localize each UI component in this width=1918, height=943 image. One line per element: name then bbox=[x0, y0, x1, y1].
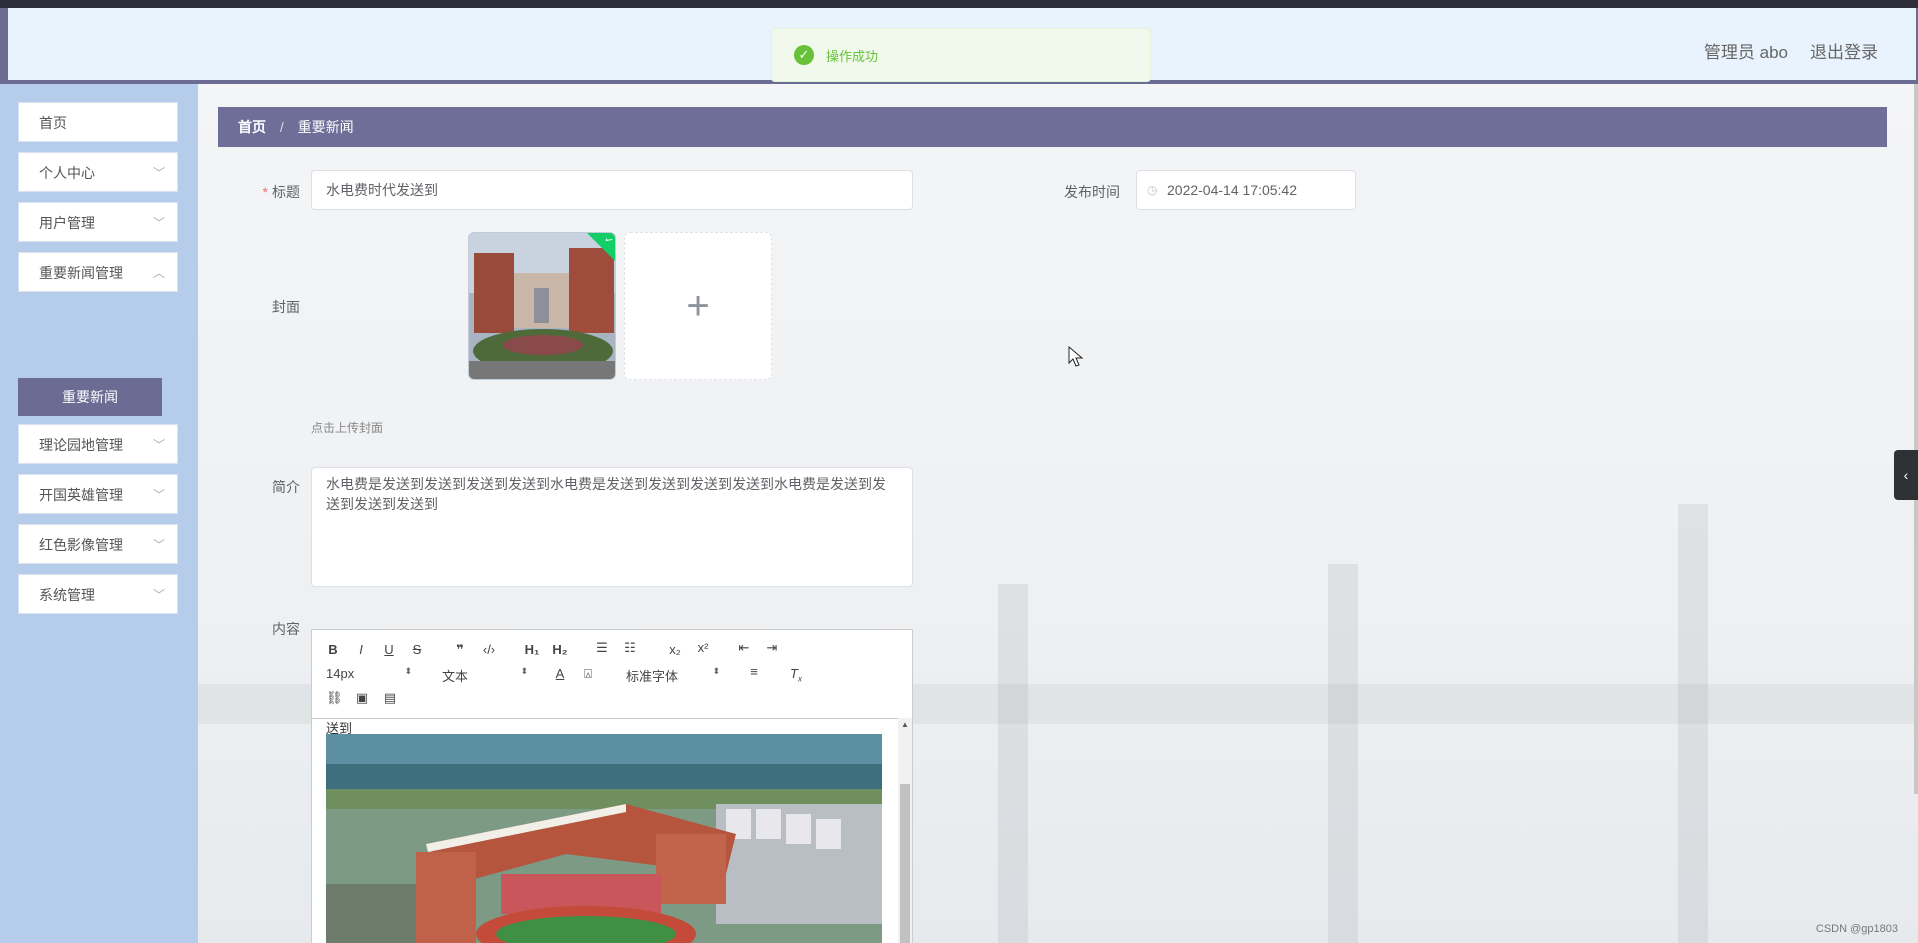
collapse-panel-button[interactable]: ‹ bbox=[1894, 450, 1918, 500]
ordered-list-icon[interactable]: ☰ bbox=[594, 640, 610, 656]
editor-content-area[interactable]: 送到 bbox=[312, 718, 912, 943]
summary-textarea[interactable]: 水电费是发送到发送到发送到发送到水电费是发送到发送到发送到发送到水电费是发送到发… bbox=[311, 467, 913, 587]
background-color-icon[interactable]: ⍓ bbox=[580, 666, 596, 682]
publish-time-label: 发布时间 bbox=[1064, 184, 1120, 200]
sidebar: 首页 个人中心 ﹀ 用户管理 ﹀ 重要新闻管理 ︿ 重要新闻 理论园地管理 ﹀ … bbox=[0, 84, 198, 943]
main-content: 首页 / 重要新闻 * 标题 水电费时代发送到 发布时间 ◷ 2022-04-14… bbox=[198, 84, 1918, 943]
chevron-left-icon: ‹ bbox=[1903, 467, 1909, 483]
sidebar-item-home[interactable]: 首页 bbox=[18, 102, 178, 142]
title-label: * 标题 bbox=[262, 184, 300, 200]
publish-time-picker[interactable]: ◷ 2022-04-14 17:05:42 bbox=[1136, 170, 1356, 210]
align-icon[interactable]: ≡ bbox=[746, 664, 762, 679]
sidebar-item-label: 红色影像管理 bbox=[39, 537, 123, 553]
page-scrollbar[interactable] bbox=[1914, 84, 1918, 794]
italic-button[interactable]: I bbox=[354, 642, 368, 657]
font-size-select[interactable]: 14px ⬍ bbox=[326, 666, 412, 681]
image-icon[interactable]: ▣ bbox=[354, 690, 370, 706]
sidebar-item-video-management[interactable]: 红色影像管理 ﹀ bbox=[18, 524, 178, 564]
cover-upload-button[interactable]: + bbox=[624, 232, 772, 380]
subscript-button[interactable]: x₂ bbox=[666, 642, 684, 657]
clock-icon: ◷ bbox=[1147, 183, 1158, 197]
sidebar-item-label: 重要新闻管理 bbox=[39, 265, 123, 281]
select-arrow-icon: ⬍ bbox=[712, 666, 720, 676]
cover-image-thumbnail[interactable]: ✓ bbox=[468, 232, 616, 380]
background-decoration bbox=[1328, 564, 1358, 943]
sidebar-item-label: 首页 bbox=[39, 115, 67, 131]
editor-scrollbar[interactable]: ▲ bbox=[898, 718, 912, 943]
outdent-icon[interactable]: ⇤ bbox=[736, 640, 752, 656]
sidebar-item-label: 系统管理 bbox=[39, 587, 95, 603]
chevron-down-icon: ﹀ bbox=[152, 538, 165, 552]
campus-aerial-image bbox=[326, 734, 882, 943]
mouse-cursor-icon bbox=[1068, 346, 1084, 367]
breadcrumb-separator: / bbox=[279, 119, 284, 135]
select-arrow-icon: ⬍ bbox=[404, 666, 412, 676]
title-input[interactable]: 水电费时代发送到 bbox=[311, 170, 913, 210]
editor-toolbar: B I U S ❞ ‹/› H₁ H₂ ☰ ☷ x₂ x² ⇤ ⇥ 14px ⬍ … bbox=[312, 630, 912, 719]
background-decoration bbox=[998, 584, 1028, 943]
sidebar-item-theory-management[interactable]: 理论园地管理 ﹀ bbox=[18, 424, 178, 464]
sidebar-item-label: 个人中心 bbox=[39, 165, 95, 181]
sidebar-item-label: 理论园地管理 bbox=[39, 437, 123, 453]
superscript-button[interactable]: x² bbox=[694, 640, 712, 655]
breadcrumb: 首页 / 重要新闻 bbox=[218, 107, 1887, 147]
link-icon[interactable]: ⛓ bbox=[326, 690, 343, 706]
header-select[interactable]: 文本 ⬍ bbox=[442, 666, 528, 685]
heading-2-button[interactable]: H₂ bbox=[550, 642, 570, 657]
font-family-select[interactable]: 标准字体 ⬍ bbox=[626, 666, 720, 685]
bullet-list-icon[interactable]: ☷ bbox=[622, 640, 638, 656]
bold-button[interactable]: B bbox=[326, 642, 340, 657]
cover-upload-hint: 点击上传封面 bbox=[311, 421, 384, 435]
required-asterisk: * bbox=[262, 184, 268, 200]
scrollbar-thumb[interactable] bbox=[900, 784, 910, 943]
sidebar-item-label: 开国英雄管理 bbox=[39, 487, 123, 503]
logout-link[interactable]: 退出登录 bbox=[1810, 38, 1878, 63]
heading-1-button[interactable]: H₁ bbox=[522, 642, 542, 657]
check-circle-icon: ✓ bbox=[794, 45, 814, 65]
font-color-icon[interactable]: A bbox=[552, 666, 568, 681]
plus-icon: + bbox=[686, 283, 710, 328]
blockquote-button[interactable]: ❞ bbox=[452, 642, 468, 658]
watermark: CSDN @gp1803 bbox=[1815, 923, 1898, 935]
school-campus-image bbox=[469, 233, 615, 379]
select-arrow-icon: ⬍ bbox=[520, 666, 528, 676]
chevron-down-icon: ﹀ bbox=[152, 488, 165, 502]
chevron-down-icon: ﹀ bbox=[152, 166, 165, 180]
sidebar-item-news-management[interactable]: 重要新闻管理 ︿ bbox=[18, 252, 178, 292]
content-label: 内容 bbox=[272, 621, 300, 637]
window-top-strip bbox=[0, 0, 1918, 8]
indent-icon[interactable]: ⇥ bbox=[764, 640, 780, 656]
current-user-label: 管理员 abo bbox=[1703, 43, 1788, 62]
underline-button[interactable]: U bbox=[382, 642, 396, 657]
chevron-down-icon: ﹀ bbox=[152, 588, 165, 602]
cover-label: 封面 bbox=[272, 299, 300, 315]
video-icon[interactable]: ▤ bbox=[382, 690, 398, 706]
breadcrumb-home[interactable]: 首页 bbox=[238, 119, 266, 135]
clear-format-icon[interactable]: Tx bbox=[788, 666, 804, 684]
breadcrumb-current: 重要新闻 bbox=[297, 119, 354, 135]
sidebar-item-personal-center[interactable]: 个人中心 ﹀ bbox=[18, 152, 178, 192]
chevron-down-icon: ﹀ bbox=[152, 216, 165, 230]
toast-message: 操作成功 bbox=[826, 48, 879, 64]
code-block-button[interactable]: ‹/› bbox=[480, 642, 498, 657]
sidebar-item-label: 用户管理 bbox=[39, 215, 95, 231]
chevron-up-icon: ︿ bbox=[152, 266, 165, 280]
chevron-down-icon: ﹀ bbox=[152, 438, 165, 452]
strikethrough-button[interactable]: S bbox=[410, 642, 424, 657]
sidebar-subitem-news[interactable]: 重要新闻 bbox=[18, 378, 162, 416]
rich-text-editor: B I U S ❞ ‹/› H₁ H₂ ☰ ☷ x₂ x² ⇤ ⇥ 14px ⬍ … bbox=[311, 629, 913, 943]
sidebar-item-heroes-management[interactable]: 开国英雄管理 ﹀ bbox=[18, 474, 178, 514]
publish-time-value: 2022-04-14 17:05:42 bbox=[1167, 182, 1297, 198]
sidebar-item-user-management[interactable]: 用户管理 ﹀ bbox=[18, 202, 178, 242]
scroll-up-icon[interactable]: ▲ bbox=[901, 720, 909, 729]
success-toast: ✓ 操作成功 bbox=[771, 28, 1151, 82]
sidebar-item-system-management[interactable]: 系统管理 ﹀ bbox=[18, 574, 178, 614]
summary-label: 简介 bbox=[272, 479, 300, 495]
